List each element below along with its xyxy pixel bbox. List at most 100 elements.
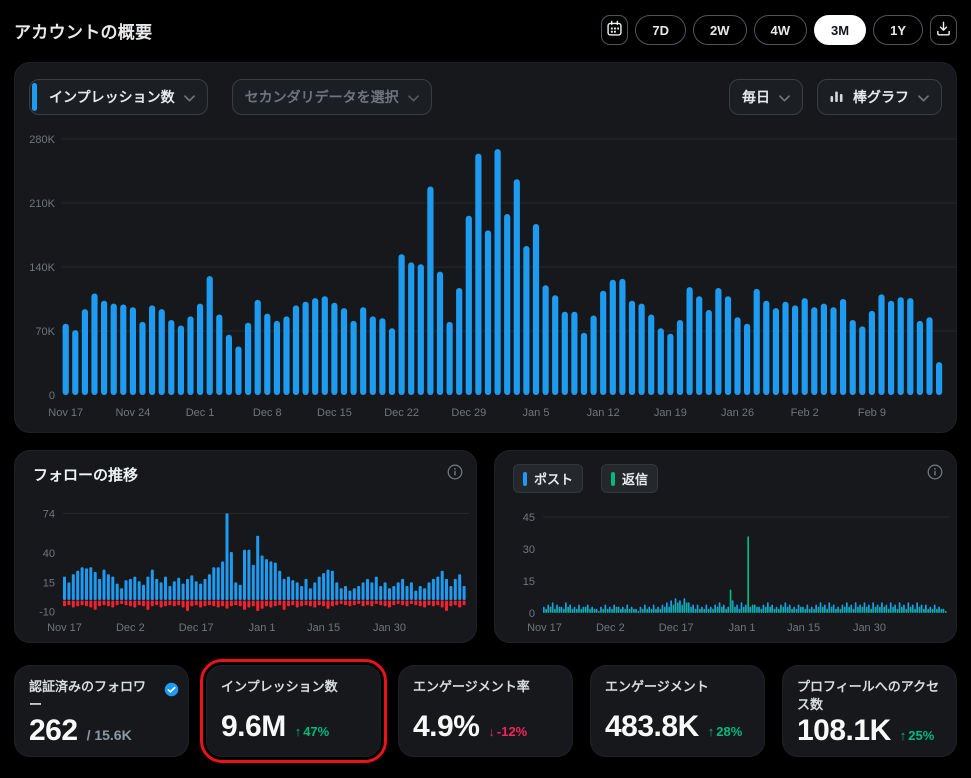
- svg-text:Feb 9: Feb 9: [858, 407, 886, 419]
- svg-text:Dec 15: Dec 15: [317, 407, 352, 419]
- svg-text:70K: 70K: [35, 326, 55, 338]
- series-unfollows[interactable]: [63, 601, 466, 612]
- range-7d-button[interactable]: 7D: [635, 15, 686, 45]
- analytics-page: アカウントの概要 7D 2W 4W: [0, 0, 971, 757]
- download-button[interactable]: [930, 15, 957, 45]
- svg-text:Nov 17: Nov 17: [47, 622, 82, 634]
- primary-metric-select[interactable]: インプレッション数: [29, 79, 208, 115]
- stat-label: 認証済みのフォロワー: [29, 678, 174, 714]
- svg-text:140K: 140K: [29, 262, 55, 274]
- interval-select[interactable]: 毎日: [729, 79, 803, 115]
- secondary-metric-select[interactable]: セカンダリデータを選択: [232, 79, 432, 115]
- svg-text:Dec 2: Dec 2: [596, 622, 625, 634]
- impressions-bar-chart[interactable]: 280K210K140K70K0Nov 17Nov 24Dec 1Dec 8De…: [15, 63, 956, 432]
- stat-label: エンゲージメント: [605, 678, 750, 696]
- svg-text:30: 30: [523, 544, 535, 556]
- stat-value: 262: [29, 714, 78, 748]
- header: アカウントの概要 7D 2W 4W: [14, 0, 957, 60]
- svg-text:40: 40: [43, 548, 55, 560]
- chart-type-select[interactable]: 棒グラフ: [817, 79, 942, 115]
- svg-text:Jan 26: Jan 26: [721, 407, 754, 419]
- chevron-down-icon: [184, 89, 195, 105]
- info-icon[interactable]: [447, 464, 463, 485]
- series-返信[interactable]: [545, 536, 946, 613]
- stat-value: 108.1K: [797, 714, 891, 748]
- stat-card-engagements[interactable]: エンゲージメント 483.8K ↑28%: [590, 665, 765, 757]
- stat-label: エンゲージメント率: [413, 678, 558, 696]
- range-3m-button[interactable]: 3M: [814, 15, 866, 45]
- svg-text:-10: -10: [39, 607, 55, 619]
- y-axis: 45 30 15 0: [523, 512, 949, 620]
- stat-total: / 15.6K: [87, 727, 132, 743]
- svg-text:Jan 1: Jan 1: [729, 622, 756, 634]
- date-picker-button[interactable]: [601, 15, 628, 45]
- calendar-icon: [606, 20, 623, 40]
- impressions-chart-card: インプレッション数 セカンダリデータを選択 毎日: [14, 62, 957, 433]
- svg-text:Jan 19: Jan 19: [654, 407, 687, 419]
- posts-legend-mark: [523, 472, 527, 486]
- down-arrow-icon: ↓: [488, 724, 495, 739]
- up-arrow-icon: ↑: [295, 724, 302, 739]
- svg-text:0: 0: [49, 390, 55, 402]
- svg-text:Jan 15: Jan 15: [787, 622, 820, 634]
- range-2w-button[interactable]: 2W: [693, 15, 747, 45]
- replies-legend-label: 返信: [622, 469, 648, 488]
- svg-text:210K: 210K: [29, 198, 55, 210]
- svg-text:Nov 17: Nov 17: [527, 622, 562, 634]
- replies-legend-mark: [611, 472, 615, 486]
- svg-text:Jan 30: Jan 30: [853, 622, 886, 634]
- metric-accent-bar: [32, 83, 37, 111]
- posts-replies-card: ポスト 返信 45 30 15 0 Nov 17 Dec 2 Dec 17 Jan 1 Jan …: [494, 450, 957, 643]
- range-controls: 7D 2W 4W 3M 1Y: [601, 15, 957, 45]
- svg-text:Dec 1: Dec 1: [186, 407, 215, 419]
- up-arrow-icon: ↑: [708, 724, 715, 739]
- svg-text:Dec 17: Dec 17: [659, 622, 694, 634]
- svg-text:Jan 15: Jan 15: [307, 622, 340, 634]
- chevron-down-icon: [918, 89, 929, 105]
- verified-badge-icon: [164, 682, 179, 702]
- svg-text:15: 15: [523, 576, 535, 588]
- stat-cards-row: 認証済みのフォロワー 262 / 15.6K インプレッション数 9.6M ↑4…: [14, 665, 957, 757]
- stat-label: プロフィールへのアクセス数: [797, 678, 942, 714]
- stat-card-verified-followers[interactable]: 認証済みのフォロワー 262 / 15.6K: [14, 665, 189, 757]
- svg-text:Dec 29: Dec 29: [451, 407, 486, 419]
- svg-text:Dec 17: Dec 17: [179, 622, 214, 634]
- stat-card-engagement-rate[interactable]: エンゲージメント率 4.9% ↓-12%: [398, 665, 573, 757]
- range-4w-button[interactable]: 4W: [754, 15, 808, 45]
- stat-label: インプレッション数: [221, 678, 366, 696]
- stat-delta: ↑25%: [900, 728, 935, 743]
- stat-value: 483.8K: [605, 710, 699, 744]
- stat-delta: ↑47%: [295, 724, 330, 739]
- chart-controls: インプレッション数 セカンダリデータを選択 毎日: [29, 79, 942, 115]
- svg-text:Nov 17: Nov 17: [48, 407, 83, 419]
- stat-card-profile-visits[interactable]: プロフィールへのアクセス数 108.1K ↑25%: [782, 665, 957, 757]
- svg-text:0: 0: [529, 608, 535, 620]
- chevron-down-icon: [779, 89, 790, 105]
- page-title: アカウントの概要: [14, 18, 152, 43]
- range-1y-button[interactable]: 1Y: [873, 15, 923, 45]
- svg-text:Jan 30: Jan 30: [373, 622, 406, 634]
- chevron-down-icon: [408, 89, 419, 105]
- chart-type-label: 棒グラフ: [853, 87, 909, 107]
- x-axis: Nov 17Dec 2Dec 17Jan 1Jan 15Jan 30: [47, 622, 406, 634]
- legend-chip-posts[interactable]: ポスト: [513, 464, 583, 493]
- x-axis: Nov 17 Nov 24 Dec 1 Dec 8 Dec 15 Dec 22 Dec 29…: [48, 407, 886, 419]
- impression-bars[interactable]: [63, 149, 943, 395]
- series-follows[interactable]: [63, 513, 466, 600]
- download-icon: [935, 20, 952, 40]
- follower-trend-title: フォローの推移: [33, 464, 138, 485]
- legend-chip-replies[interactable]: 返信: [601, 464, 658, 493]
- svg-text:Dec 2: Dec 2: [116, 622, 145, 634]
- svg-text:Dec 22: Dec 22: [384, 407, 419, 419]
- svg-text:Nov 24: Nov 24: [115, 407, 150, 419]
- svg-text:Dec 8: Dec 8: [253, 407, 282, 419]
- svg-text:15: 15: [43, 577, 55, 589]
- interval-label: 毎日: [742, 87, 770, 107]
- secondary-metric-label: セカンダリデータを選択: [245, 87, 399, 107]
- info-icon[interactable]: [927, 464, 943, 485]
- stat-value: 4.9%: [413, 710, 479, 744]
- x-axis: Nov 17 Dec 2 Dec 17 Jan 1 Jan 15 Jan 30: [527, 622, 886, 634]
- small-charts-row: フォローの推移 744015-10Nov 17Dec 2Dec 17Jan 1J…: [14, 450, 957, 643]
- svg-text:45: 45: [523, 512, 535, 524]
- stat-card-impressions[interactable]: インプレッション数 9.6M ↑47%: [206, 665, 381, 757]
